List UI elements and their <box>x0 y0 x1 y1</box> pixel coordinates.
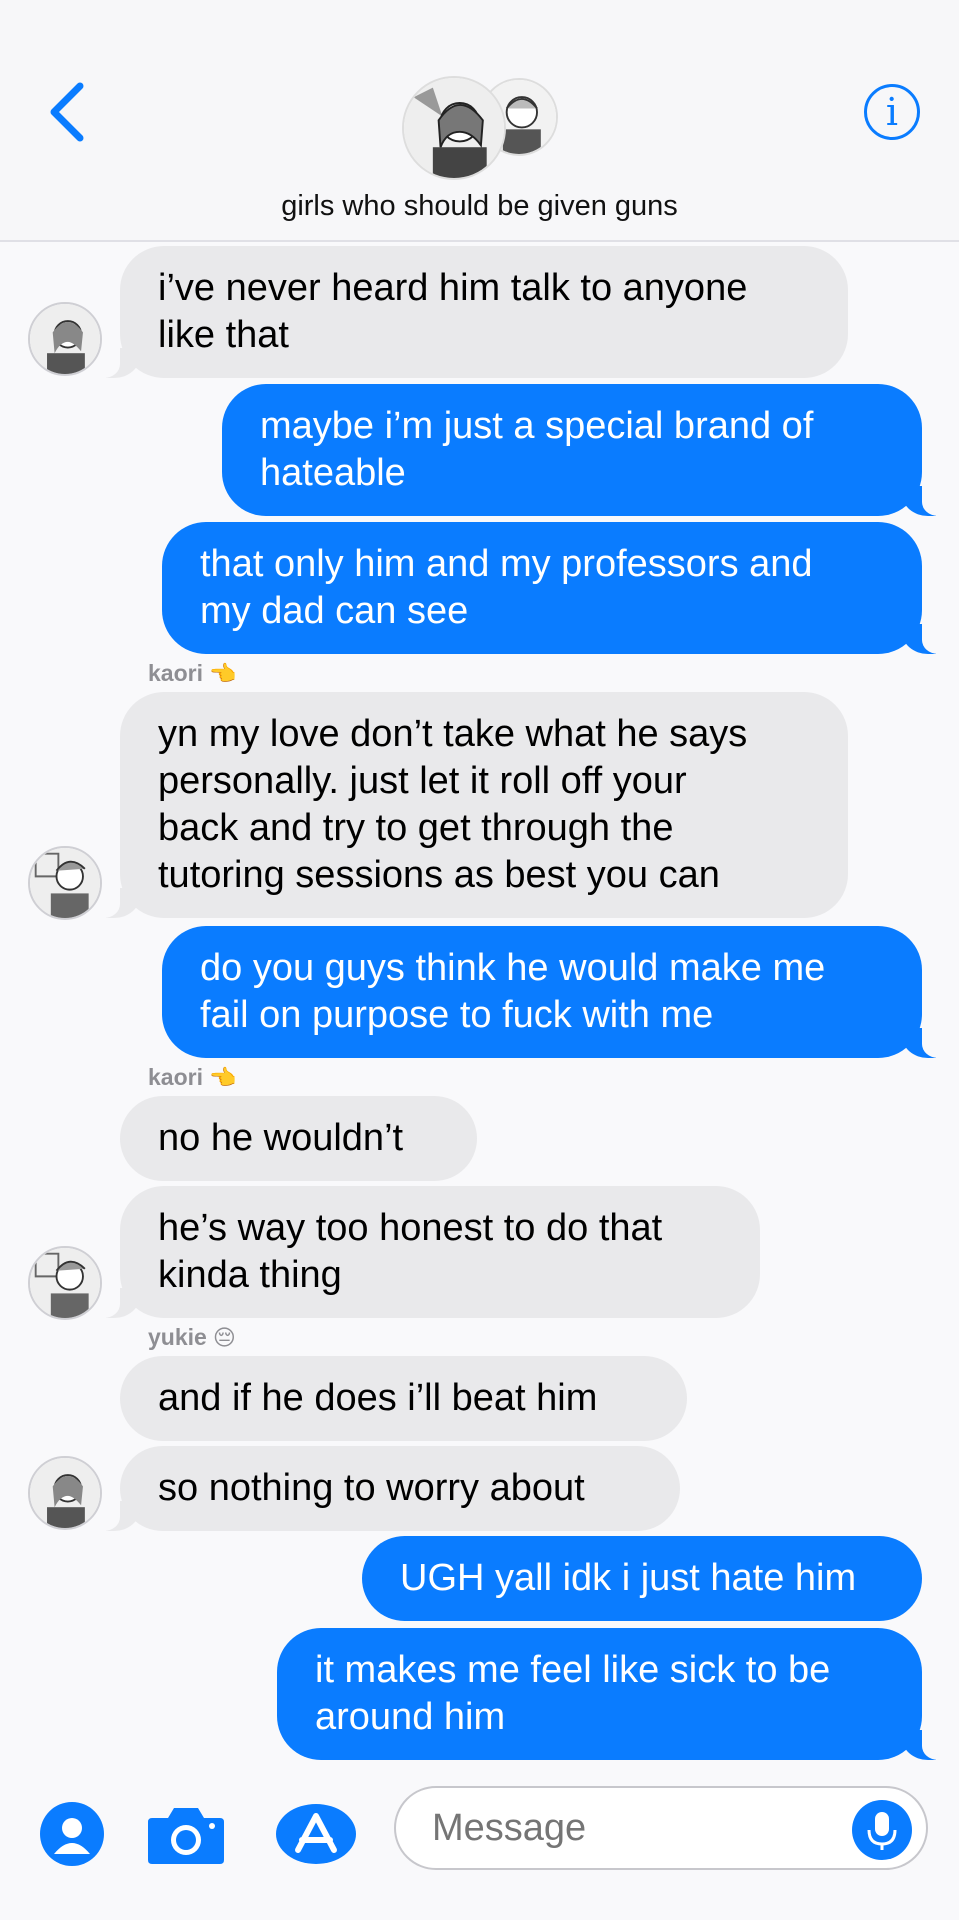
incoming-message-bubble[interactable]: he’s way too honest to do that kinda thi… <box>98 1186 760 1318</box>
message-input[interactable] <box>394 1786 928 1870</box>
conversation-title[interactable]: girls who should be given guns <box>0 190 959 223</box>
app-store-icon[interactable] <box>274 1802 364 1866</box>
group-avatar-stack[interactable] <box>400 72 560 182</box>
microphone-icon <box>867 1812 897 1850</box>
incoming-message-bubble[interactable]: no he wouldn’t <box>120 1096 477 1181</box>
outgoing-message-bubble[interactable]: that only him and my professors and my d… <box>162 522 944 654</box>
sender-avatar[interactable] <box>28 1456 102 1530</box>
sender-name-label: kaori 👈 <box>148 1064 236 1091</box>
incoming-message-bubble[interactable]: so nothing to worry about <box>98 1446 680 1531</box>
sender-emoji: 😔 <box>212 1325 236 1350</box>
camera-icon[interactable] <box>146 1802 226 1866</box>
sender-name: yukie <box>148 1324 207 1350</box>
sender-name: kaori <box>148 660 203 686</box>
sender-name-label: yukie 😔 <box>148 1324 236 1351</box>
incoming-message-bubble[interactable]: i’ve never heard him talk to anyone like… <box>98 246 848 378</box>
outgoing-message-bubble[interactable]: it makes me feel like sick to be around … <box>277 1628 944 1760</box>
microphone-button[interactable] <box>852 1800 912 1860</box>
sender-emoji: 👈 <box>208 661 237 686</box>
info-icon[interactable]: i <box>864 84 920 140</box>
outgoing-message-bubble[interactable]: maybe i’m just a special brand of hateab… <box>222 384 944 516</box>
outgoing-message-bubble[interactable]: UGH yall idk i just hate him <box>362 1536 922 1621</box>
sender-name-label: kaori 👈 <box>148 660 236 687</box>
contact-icon[interactable] <box>40 1802 104 1866</box>
sender-emoji: 👈 <box>208 1065 237 1090</box>
sender-avatar[interactable] <box>28 846 102 920</box>
incoming-message-bubble[interactable]: and if he does i’ll beat him <box>120 1356 687 1441</box>
sender-avatar[interactable] <box>28 1246 102 1320</box>
sender-name: kaori <box>148 1064 203 1090</box>
back-chevron-icon[interactable] <box>44 80 92 144</box>
conversation-header: i girls who should be given guns <box>0 0 959 242</box>
outgoing-message-bubble[interactable]: do you guys think he would make me fail … <box>162 926 944 1058</box>
group-member-avatar <box>402 76 506 180</box>
incoming-message-bubble[interactable]: yn my love don’t take what he says perso… <box>98 692 848 918</box>
sender-avatar[interactable] <box>28 302 102 376</box>
